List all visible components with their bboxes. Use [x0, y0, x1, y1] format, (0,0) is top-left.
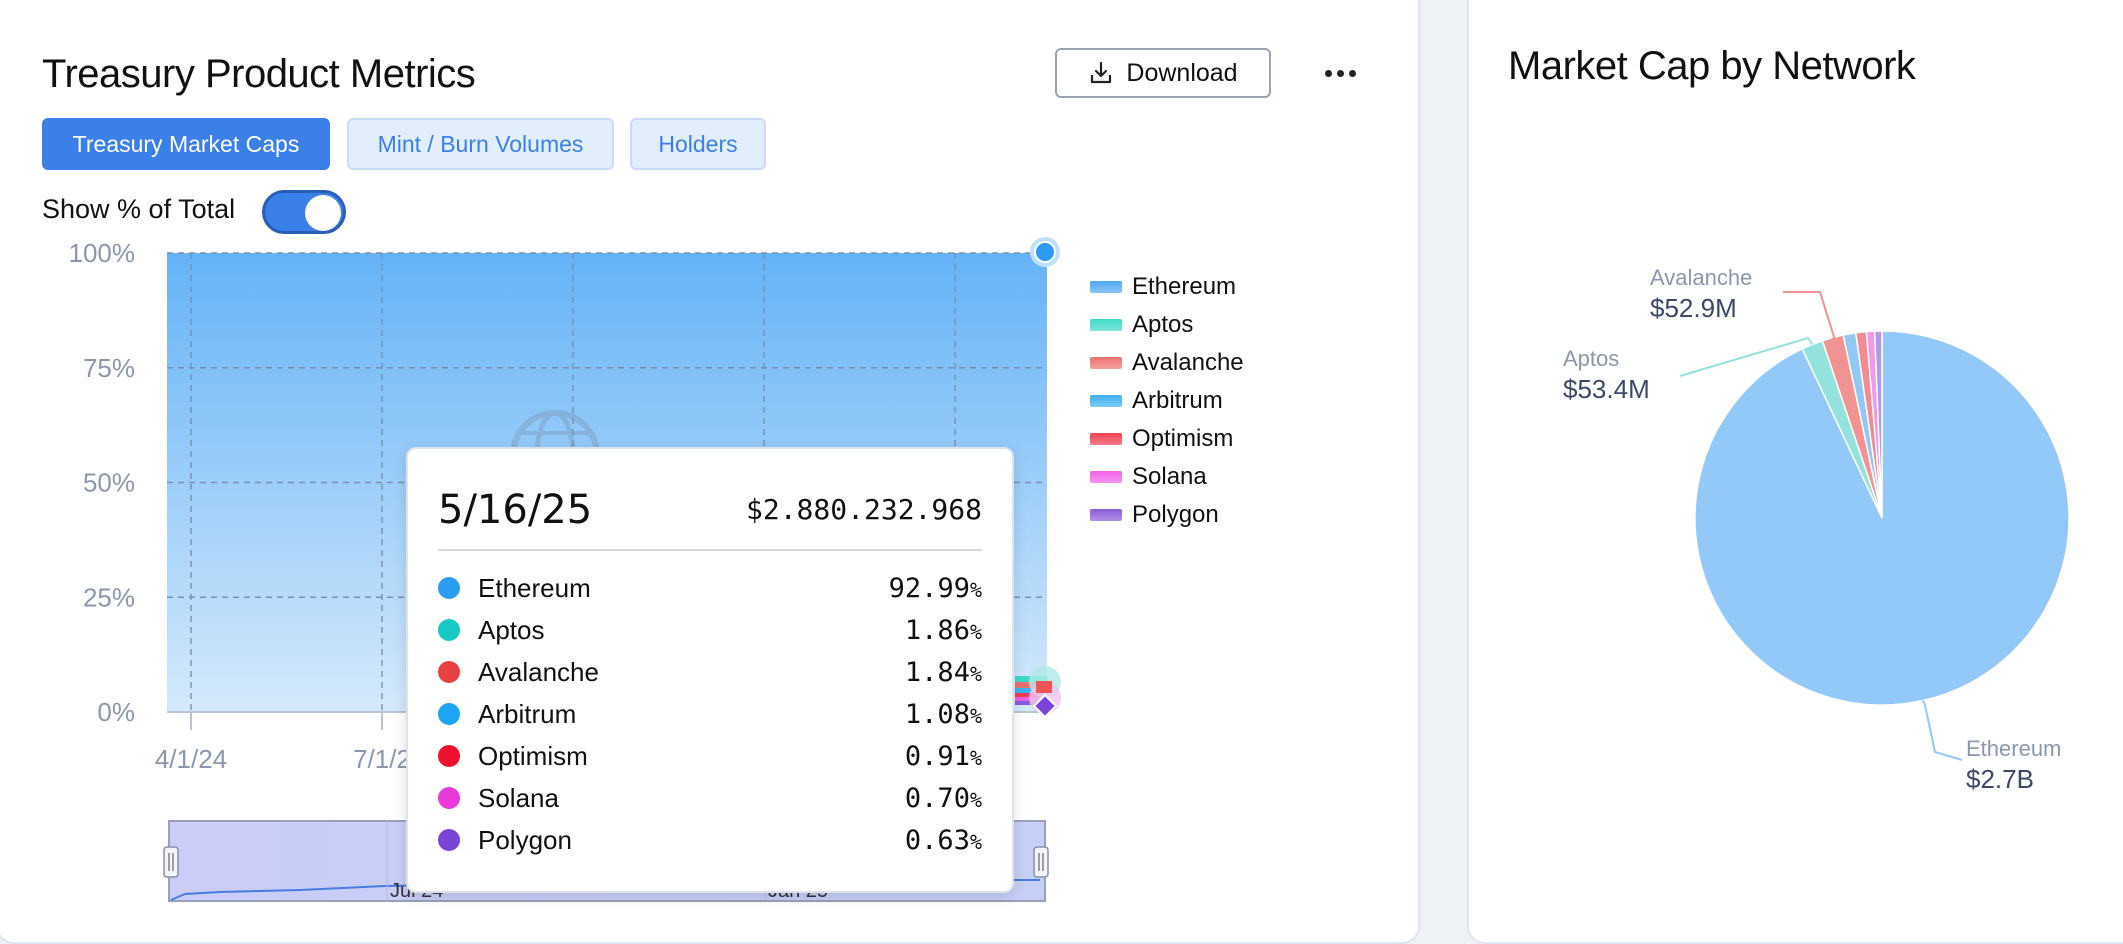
tooltip-series-value: 0.63%	[904, 824, 982, 856]
small-series-hover-markers	[1029, 666, 1061, 719]
tooltip-series-value: 1.08%	[904, 698, 982, 730]
series-dot	[438, 661, 460, 683]
legend-item[interactable]: Avalanche	[1090, 344, 1244, 382]
pie-label-name: Ethereum	[1966, 736, 2061, 761]
legend-item[interactable]: Arbitrum	[1090, 382, 1244, 420]
y-tick-label: 0%	[97, 697, 135, 727]
tooltip-date: 5/16/25	[438, 487, 593, 533]
pie-label-name: Aptos	[1563, 346, 1619, 371]
y-tick-label: 75%	[83, 353, 135, 383]
legend-item[interactable]: Polygon	[1090, 496, 1244, 534]
tooltip-series-name: Ethereum	[478, 572, 591, 603]
tooltip-row: Aptos 1.86%	[438, 609, 982, 651]
leader-line	[1921, 700, 1963, 761]
tooltip-row: Arbitrum 1.08%	[438, 693, 982, 735]
tooltip-series-value: 92.99%	[888, 572, 982, 604]
tooltip-series-value: 0.91%	[904, 740, 982, 772]
chart-legend: Ethereum Aptos Avalanche Arbitrum Optimism So…	[1090, 268, 1244, 534]
pie-label-name: Avalanche	[1650, 265, 1752, 290]
legend-swatch	[1090, 433, 1122, 445]
legend-label: Arbitrum	[1132, 387, 1223, 414]
series-dot	[438, 829, 460, 851]
tooltip-series-name: Optimism	[478, 740, 588, 771]
market-cap-pie-chart: Ethereum $2.7B Aptos $53.4M Avalanche $52.9M	[1563, 265, 2070, 794]
tooltip-total: $2.880.232.968	[745, 493, 982, 526]
legend-swatch	[1090, 509, 1122, 521]
legend-swatch	[1090, 319, 1122, 331]
legend-label: Solana	[1132, 463, 1207, 490]
pie-label-value: $53.4M	[1563, 374, 1650, 404]
series-dot	[438, 787, 460, 809]
tooltip-row: Ethereum 92.99%	[438, 567, 982, 609]
y-tick-label: 25%	[83, 582, 135, 612]
tooltip-row: Solana 0.70%	[438, 777, 982, 819]
tooltip-divider	[438, 549, 982, 551]
tooltip-row: Optimism 0.91%	[438, 735, 982, 777]
tooltip-series-value: 1.86%	[904, 614, 982, 646]
tooltip-series-name: Aptos	[478, 614, 545, 645]
tooltip-row: Polygon 0.63%	[438, 819, 982, 861]
series-dot	[438, 703, 460, 725]
tooltip-series-name: Avalanche	[478, 656, 599, 687]
pie-label-value: $52.9M	[1650, 293, 1737, 323]
legend-label: Polygon	[1132, 501, 1219, 528]
series-dot	[438, 577, 460, 599]
tooltip-row: Avalanche 1.84%	[438, 651, 982, 693]
legend-item[interactable]: Optimism	[1090, 420, 1244, 458]
legend-swatch	[1090, 395, 1122, 407]
legend-label: Optimism	[1132, 425, 1234, 452]
tooltip-series-name: Solana	[478, 782, 559, 813]
chart-tooltip: 5/16/25 $2.880.232.968 Ethereum 92.99% Apt…	[406, 447, 1014, 893]
legend-swatch	[1090, 281, 1122, 293]
pie-label-value: $2.7B	[1966, 764, 2034, 794]
series-dot	[438, 745, 460, 767]
x-tick-label: 7/1/2	[353, 744, 411, 774]
more-options-icon[interactable]	[1320, 55, 1360, 91]
legend-label: Avalanche	[1132, 349, 1244, 376]
x-tick-label: 4/1/24	[155, 744, 227, 774]
leader-line	[1783, 291, 1836, 341]
legend-item[interactable]: Ethereum	[1090, 268, 1244, 306]
y-tick-label: 50%	[83, 468, 135, 498]
legend-label: Aptos	[1132, 311, 1194, 338]
legend-item[interactable]: Solana	[1090, 458, 1244, 496]
navigator-handle-left[interactable]	[163, 846, 179, 878]
legend-item[interactable]: Aptos	[1090, 306, 1244, 344]
legend-swatch	[1090, 471, 1122, 483]
tooltip-series-name: Polygon	[478, 824, 572, 855]
navigator-handle-right[interactable]	[1033, 846, 1049, 878]
legend-swatch	[1090, 357, 1122, 369]
legend-label: Ethereum	[1132, 273, 1237, 300]
tooltip-series-name: Arbitrum	[478, 698, 577, 729]
y-tick-label: 100%	[69, 238, 136, 268]
series-dot	[438, 619, 460, 641]
download-label: Download	[1126, 58, 1238, 87]
tooltip-series-value: 0.70%	[904, 782, 982, 814]
tooltip-series-value: 1.84%	[904, 656, 982, 688]
